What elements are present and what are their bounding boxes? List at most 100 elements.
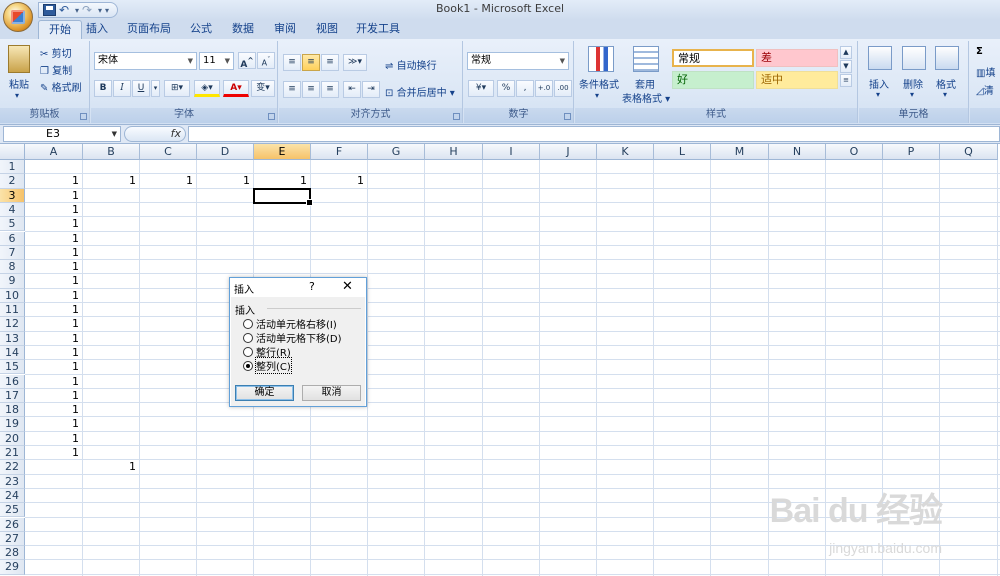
column-header-h[interactable]: H <box>425 144 483 160</box>
align-left-button[interactable]: ≡ <box>283 81 301 98</box>
row-header-4[interactable]: 4 <box>0 202 25 218</box>
copy-button[interactable]: ❐ 复制 <box>40 62 72 77</box>
insert-function-button[interactable]: fx <box>124 126 186 142</box>
phonetic-button[interactable]: 变▾ <box>251 80 275 97</box>
cell-a18[interactable]: 1 <box>25 403 79 417</box>
active-cell-cursor[interactable] <box>253 187 313 207</box>
cell-b22[interactable]: 1 <box>83 460 136 474</box>
increase-decimal-button[interactable]: +.0 <box>535 80 553 97</box>
percent-button[interactable]: % <box>497 80 515 97</box>
cell-b2[interactable]: 1 <box>83 174 136 188</box>
paste-dropdown-icon[interactable]: ▾ <box>15 91 19 100</box>
column-header-l[interactable]: L <box>654 144 711 160</box>
row-header-15[interactable]: 15 <box>0 360 25 375</box>
cell-d2[interactable]: 1 <box>197 174 250 188</box>
conditional-format-icon[interactable] <box>588 46 614 72</box>
row-header-5[interactable]: 5 <box>0 217 25 232</box>
option-entire-column[interactable]: 整列(C) <box>243 357 292 374</box>
cell-a5[interactable]: 1 <box>25 217 79 231</box>
row-header-7[interactable]: 7 <box>0 245 25 261</box>
row-header-6[interactable]: 6 <box>0 231 25 246</box>
borders-button[interactable]: ⊞▾ <box>164 80 190 97</box>
row-header-2[interactable]: 2 <box>0 174 25 189</box>
ok-button[interactable]: 确定 <box>235 385 294 401</box>
column-header-g[interactable]: G <box>368 144 425 160</box>
cell-a15[interactable]: 1 <box>25 360 79 374</box>
insert-dropdown-icon[interactable]: ▾ <box>876 90 880 99</box>
align-bottom-button[interactable]: ≡ <box>321 54 339 71</box>
customize-qat-icon[interactable]: ▾ <box>105 6 109 15</box>
style-good[interactable]: 好 <box>672 71 754 89</box>
column-header-k[interactable]: K <box>597 144 654 160</box>
cell-a12[interactable]: 1 <box>25 317 79 331</box>
cancel-button[interactable]: 取消 <box>302 385 361 401</box>
align-center-button[interactable]: ≡ <box>302 81 320 98</box>
row-header-14[interactable]: 14 <box>0 345 25 361</box>
undo-dropdown-icon[interactable]: ▾ <box>75 6 79 15</box>
number-launcher-icon[interactable] <box>564 113 571 120</box>
format-dropdown-icon[interactable]: ▾ <box>943 90 947 99</box>
row-header-8[interactable]: 8 <box>0 260 25 275</box>
tab-review[interactable]: 审阅 <box>268 20 302 39</box>
align-right-button[interactable]: ≡ <box>321 81 339 98</box>
insert-cells-icon[interactable] <box>868 46 892 70</box>
redo-dropdown-icon[interactable]: ▾ <box>98 6 102 15</box>
decrease-indent-button[interactable]: ⇤ <box>343 81 361 98</box>
fill-button[interactable]: ▥填 <box>976 64 995 79</box>
redo-icon[interactable]: ↷ <box>82 4 95 16</box>
row-header-16[interactable]: 16 <box>0 374 25 389</box>
cell-a4[interactable]: 1 <box>25 203 79 217</box>
format-cells-button[interactable]: 格式 <box>936 76 956 91</box>
row-header-11[interactable]: 11 <box>0 303 25 318</box>
tab-data[interactable]: 数据 <box>226 20 260 39</box>
accounting-format-button[interactable]: ¥▾ <box>468 80 494 97</box>
radio-icon[interactable] <box>243 318 253 329</box>
close-icon[interactable]: ✕ <box>342 279 353 294</box>
cell-a17[interactable]: 1 <box>25 389 79 403</box>
column-header-i[interactable]: I <box>483 144 540 160</box>
underline-dropdown-icon[interactable]: ▾ <box>151 80 160 97</box>
italic-button[interactable]: I <box>113 80 131 97</box>
undo-icon[interactable]: ↶ <box>59 4 72 16</box>
comma-button[interactable]: , <box>516 80 534 97</box>
radio-icon[interactable] <box>243 346 253 357</box>
column-header-b[interactable]: B <box>83 144 140 160</box>
font-color-button[interactable]: A▾ <box>223 80 249 97</box>
tab-developer[interactable]: 开发工具 <box>352 20 404 39</box>
row-header-12[interactable]: 12 <box>0 317 25 332</box>
bold-button[interactable]: B <box>94 80 112 97</box>
column-header-m[interactable]: M <box>711 144 769 160</box>
row-header-9[interactable]: 9 <box>0 274 25 289</box>
tab-view[interactable]: 视图 <box>310 20 344 39</box>
decrease-decimal-button[interactable]: .00 <box>554 80 572 97</box>
format-painter-button[interactable]: ✎ 格式刷 <box>40 79 82 94</box>
select-all-corner[interactable] <box>0 144 25 160</box>
format-as-table-label[interactable]: 表格格式 ▾ <box>622 90 670 105</box>
conditional-format-button[interactable]: 条件格式 <box>579 76 619 91</box>
fill-color-button[interactable]: ◈▾ <box>194 80 220 97</box>
row-header-20[interactable]: 20 <box>0 431 25 446</box>
align-top-button[interactable]: ≡ <box>283 54 301 71</box>
styles-scroll-down-icon[interactable]: ▼ <box>840 60 852 73</box>
cell-a21[interactable]: 1 <box>25 446 79 460</box>
cell-e2[interactable]: 1 <box>254 174 307 188</box>
column-header-c[interactable]: C <box>140 144 197 160</box>
option-shift-down[interactable]: 活动单元格下移(D) <box>243 331 342 345</box>
row-header-24[interactable]: 24 <box>0 488 25 504</box>
column-header-e[interactable]: E <box>254 144 311 160</box>
format-as-table-button[interactable]: 套用 <box>635 76 655 91</box>
row-header-22[interactable]: 22 <box>0 460 25 475</box>
clipboard-launcher-icon[interactable] <box>80 113 87 120</box>
row-header-3[interactable]: 3 <box>0 188 25 203</box>
row-header-26[interactable]: 26 <box>0 517 25 532</box>
column-header-j[interactable]: J <box>540 144 597 160</box>
paste-button[interactable]: 粘贴 <box>9 76 29 91</box>
column-header-n[interactable]: N <box>769 144 826 160</box>
radio-selected-icon[interactable] <box>243 360 253 371</box>
orientation-button[interactable]: ≫▾ <box>343 54 367 71</box>
cell-a3[interactable]: 1 <box>25 189 79 203</box>
insert-cells-button[interactable]: 插入 <box>869 76 889 91</box>
styles-more-icon[interactable]: ≡ <box>840 74 852 87</box>
column-header-p[interactable]: P <box>883 144 940 160</box>
tab-home[interactable]: 开始 <box>38 20 82 39</box>
